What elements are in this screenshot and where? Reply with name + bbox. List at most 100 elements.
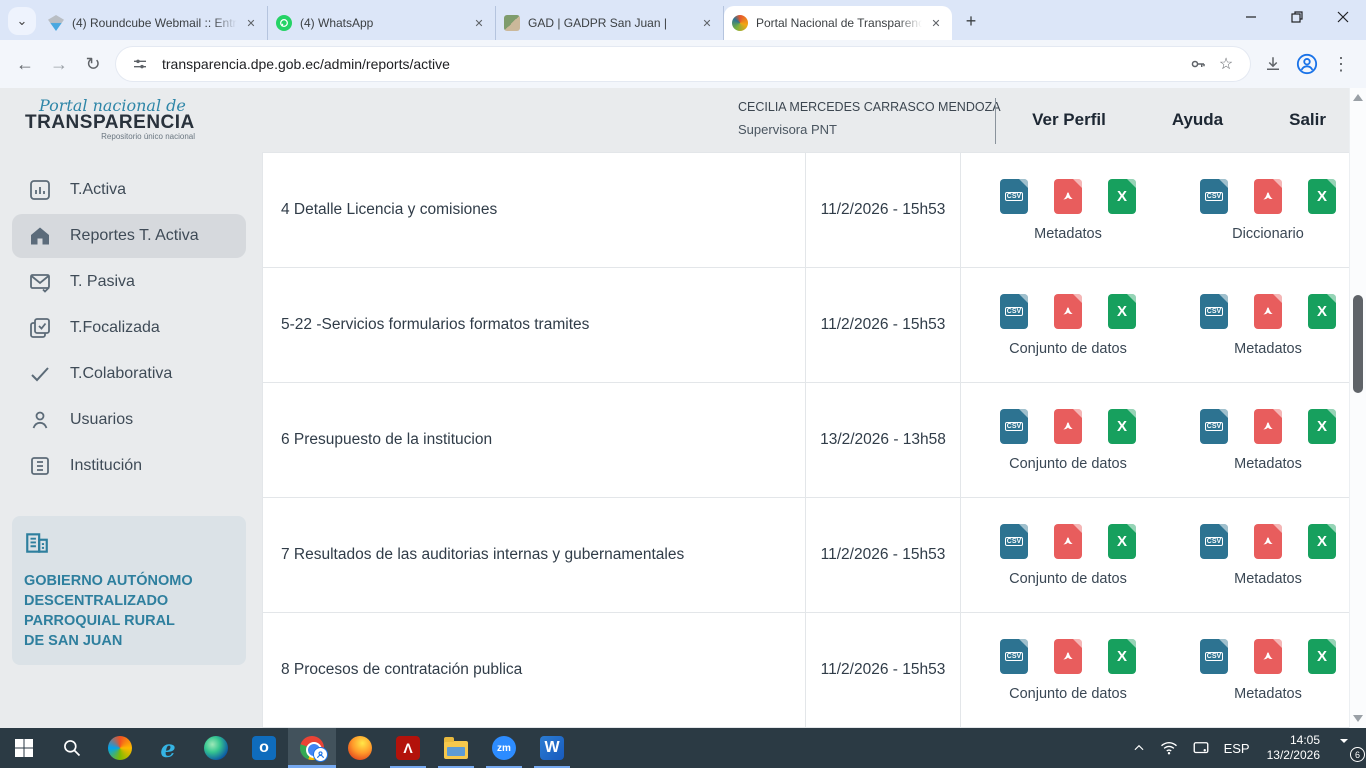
xls-file-icon[interactable]: X	[1308, 639, 1336, 674]
report-date: 13/2/2026 - 13h58	[806, 383, 961, 497]
tray-hidden-icons-button[interactable]	[1125, 728, 1153, 768]
taskbar-search-button[interactable]	[48, 728, 96, 768]
close-tab-icon[interactable]: ✕	[243, 15, 259, 31]
csv-file-icon[interactable]: CSV	[1200, 639, 1228, 674]
pdf-file-icon[interactable]	[1254, 179, 1282, 214]
taskbar-chrome[interactable]	[288, 728, 336, 768]
bookmark-star-icon[interactable]: ☆	[1212, 50, 1240, 78]
browser-toolbar: ← → ↻ transparencia.dpe.gob.ec/admin/rep…	[0, 40, 1366, 88]
sidebar-item-label: T.Focalizada	[70, 319, 160, 337]
xls-file-icon[interactable]: X	[1108, 179, 1136, 214]
taskbar-word[interactable]: W	[528, 728, 576, 768]
pdf-file-icon[interactable]	[1254, 524, 1282, 559]
tab-roundcube[interactable]: (4) Roundcube Webmail :: Entra ✕	[40, 6, 268, 40]
pdf-file-icon[interactable]	[1054, 639, 1082, 674]
tab-title: Portal Nacional de Transparenci	[756, 16, 922, 30]
scroll-down-icon[interactable]	[1353, 715, 1363, 722]
sidebar-item-institucion[interactable]: Institución	[12, 444, 246, 488]
tray-wifi-button[interactable]	[1153, 728, 1185, 768]
scrollbar-thumb[interactable]	[1353, 295, 1363, 393]
browser-tab-strip: ⌄ (4) Roundcube Webmail :: Entra ✕ (4) W…	[0, 0, 1366, 40]
pdf-file-icon[interactable]	[1054, 409, 1082, 444]
reload-button[interactable]: ↻	[76, 47, 110, 81]
tray-language[interactable]: ESP	[1217, 728, 1257, 768]
new-tab-button[interactable]: +	[958, 8, 984, 34]
institution-card[interactable]: GOBIERNO AUTÓNOMO DESCENTRALIZADO PARROQ…	[12, 516, 246, 665]
download-group-label: Metadatos	[1034, 226, 1102, 242]
close-window-button[interactable]	[1320, 0, 1366, 34]
csv-file-icon[interactable]: CSV	[1000, 294, 1028, 329]
xls-label: X	[1317, 188, 1327, 205]
xls-file-icon[interactable]: X	[1308, 524, 1336, 559]
pdf-file-icon[interactable]	[1254, 639, 1282, 674]
ayuda-button[interactable]: Ayuda	[1172, 110, 1223, 130]
csv-file-icon[interactable]: CSV	[1200, 524, 1228, 559]
forward-button[interactable]: →	[42, 47, 76, 81]
browser-menu-icon[interactable]: ⋮	[1324, 47, 1358, 81]
csv-file-icon[interactable]: CSV	[1200, 179, 1228, 214]
sidebar-item-usuarios[interactable]: Usuarios	[12, 398, 246, 442]
tray-clock[interactable]: 14:05 13/2/2026	[1257, 733, 1330, 763]
pdf-file-icon[interactable]	[1254, 409, 1282, 444]
start-button[interactable]	[0, 728, 48, 768]
xls-file-icon[interactable]: X	[1308, 179, 1336, 214]
csv-file-icon[interactable]: CSV	[1000, 179, 1028, 214]
address-bar[interactable]: transparencia.dpe.gob.ec/admin/reports/a…	[116, 47, 1250, 81]
pdf-file-icon[interactable]	[1054, 179, 1082, 214]
taskbar-file-explorer[interactable]	[432, 728, 480, 768]
taskbar-copilot[interactable]	[96, 728, 144, 768]
report-downloads: CSV X Conjunto de datos CSV X Metadatos	[961, 498, 1366, 612]
reports-table: 4 Detalle Licencia y comisiones 11/2/202…	[262, 152, 1366, 728]
xls-label: X	[1117, 648, 1127, 665]
profile-avatar-icon[interactable]	[1290, 47, 1324, 81]
csv-file-icon[interactable]: CSV	[1200, 294, 1228, 329]
minimize-button[interactable]	[1228, 0, 1274, 34]
close-tab-icon[interactable]: ✕	[928, 15, 944, 31]
tray-display-button[interactable]	[1185, 728, 1217, 768]
site-settings-icon[interactable]	[126, 50, 154, 78]
tab-portal-transparencia[interactable]: Portal Nacional de Transparenci ✕	[724, 6, 952, 40]
xls-file-icon[interactable]: X	[1108, 639, 1136, 674]
sidebar-item-reportes-t-activa[interactable]: Reportes T. Activa	[12, 214, 246, 258]
password-key-icon[interactable]	[1184, 50, 1212, 78]
page-scrollbar[interactable]	[1349, 88, 1366, 728]
xls-file-icon[interactable]: X	[1308, 294, 1336, 329]
back-button[interactable]: ←	[8, 47, 42, 81]
taskbar-outlook[interactable]: o	[240, 728, 288, 768]
download-group: CSV X Metadatos	[1175, 294, 1361, 357]
pdf-file-icon[interactable]	[1054, 524, 1082, 559]
xls-file-icon[interactable]: X	[1108, 409, 1136, 444]
salir-button[interactable]: Salir	[1289, 110, 1326, 130]
taskbar-internet-explorer[interactable]: e	[144, 728, 192, 768]
close-tab-icon[interactable]: ✕	[471, 15, 487, 31]
restore-button[interactable]	[1274, 0, 1320, 34]
sidebar-item-t-activa[interactable]: T.Activa	[12, 168, 246, 212]
scroll-up-icon[interactable]	[1353, 94, 1363, 101]
taskbar-acrobat[interactable]: Λ	[384, 728, 432, 768]
sidebar-item-t-pasiva[interactable]: T. Pasiva	[12, 260, 246, 304]
taskbar-zoom[interactable]: zm	[480, 728, 528, 768]
pdf-file-icon[interactable]	[1054, 294, 1082, 329]
pdf-file-icon[interactable]	[1254, 294, 1282, 329]
csv-file-icon[interactable]: CSV	[1200, 409, 1228, 444]
tab-gad[interactable]: GAD | GADPR San Juan | ✕	[496, 6, 724, 40]
sidebar-item-t-colaborativa[interactable]: T.Colaborativa	[12, 352, 246, 396]
tab-search-button[interactable]: ⌄	[8, 7, 36, 35]
csv-file-icon[interactable]: CSV	[1000, 409, 1028, 444]
csv-file-icon[interactable]: CSV	[1000, 639, 1028, 674]
taskbar-edge[interactable]	[192, 728, 240, 768]
tab-whatsapp[interactable]: (4) WhatsApp ✕	[268, 6, 496, 40]
taskbar-firefox[interactable]	[336, 728, 384, 768]
ver-perfil-button[interactable]: Ver Perfil	[1032, 110, 1106, 130]
url-text[interactable]: transparencia.dpe.gob.ec/admin/reports/a…	[162, 56, 1184, 72]
xls-file-icon[interactable]: X	[1308, 409, 1336, 444]
sidebar-item-t-focalizada[interactable]: T.Focalizada	[12, 306, 246, 350]
downloads-icon[interactable]	[1256, 47, 1290, 81]
mail-check-icon	[28, 270, 52, 294]
close-tab-icon[interactable]: ✕	[699, 15, 715, 31]
xls-file-icon[interactable]: X	[1108, 524, 1136, 559]
tray-time: 14:05	[1267, 733, 1320, 748]
csv-file-icon[interactable]: CSV	[1000, 524, 1028, 559]
xls-file-icon[interactable]: X	[1108, 294, 1136, 329]
notification-center-button[interactable]: 6	[1330, 728, 1366, 768]
